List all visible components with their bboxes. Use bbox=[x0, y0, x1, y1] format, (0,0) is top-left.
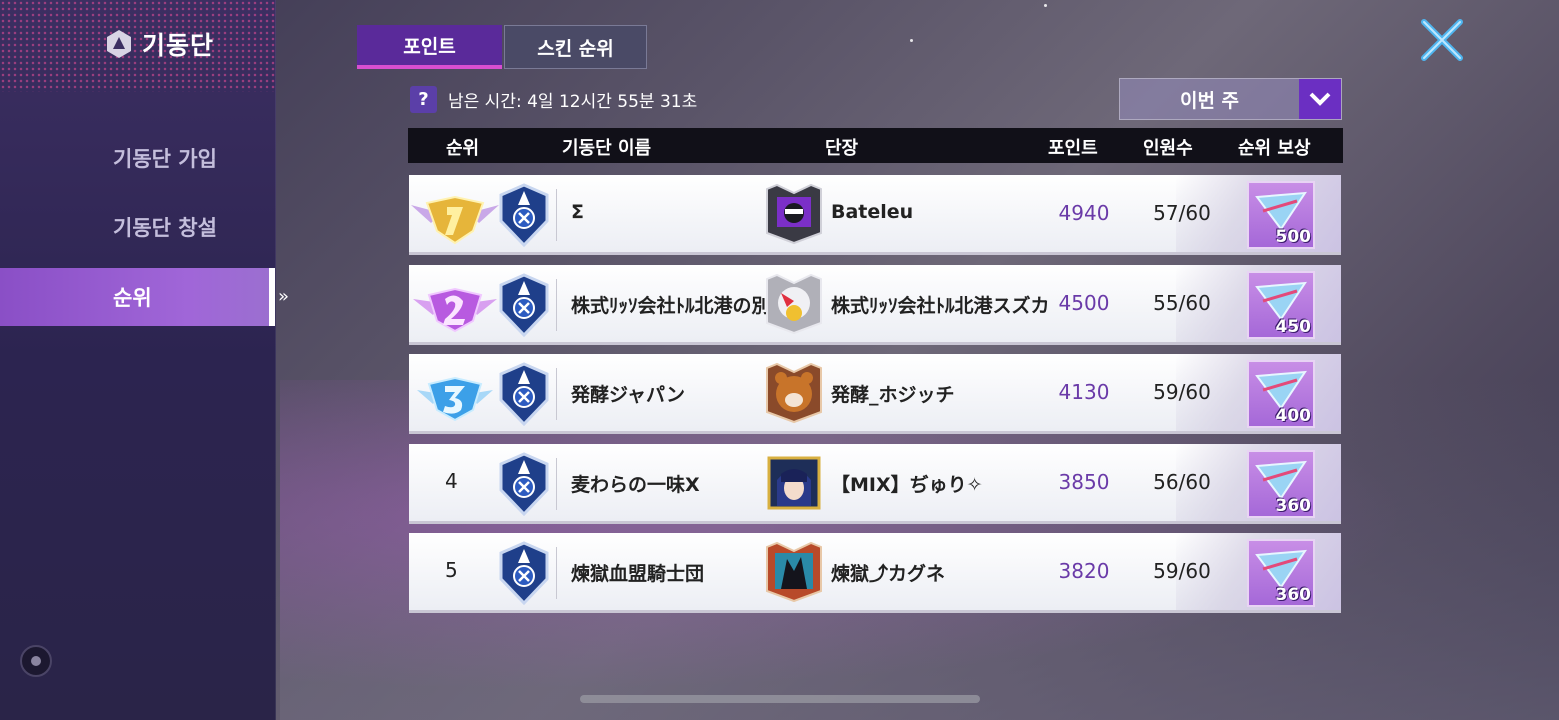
rank-2-medal-icon bbox=[413, 287, 497, 333]
reward-amount: 360 bbox=[1275, 585, 1312, 605]
guild-name: 発酵ジャパン bbox=[571, 384, 686, 406]
rank-reward[interactable]: 450 bbox=[1247, 271, 1315, 339]
column-separator bbox=[556, 547, 557, 599]
rank-reward[interactable]: 500 bbox=[1247, 181, 1315, 249]
tab-points[interactable]: 포인트 bbox=[357, 25, 502, 69]
guild-logo-icon bbox=[107, 30, 131, 58]
period-dropdown-value: 이번 주 bbox=[1179, 89, 1240, 112]
header-members: 인원수 bbox=[1143, 138, 1193, 159]
tab-skin-ranking[interactable]: 스킨 순위 bbox=[504, 25, 647, 69]
rank-3-medal-icon bbox=[417, 376, 493, 422]
table-row[interactable]: 5 煉獄血盟騎士団 煉獄⤴カグネ 3820 59/60 360 bbox=[409, 533, 1341, 613]
ranking-table-header: 순위 기동단 이름 단장 포인트 인원수 순위 보상 bbox=[408, 128, 1343, 163]
guild-emblem-icon bbox=[499, 541, 549, 605]
reward-amount: 360 bbox=[1275, 496, 1312, 516]
column-separator bbox=[556, 189, 557, 241]
guild-points: 3820 bbox=[1058, 559, 1110, 583]
help-icon: ? bbox=[418, 89, 429, 110]
guild-emblem-icon bbox=[499, 273, 549, 337]
active-indicator-icon: » bbox=[278, 286, 290, 307]
guild-points: 3850 bbox=[1058, 470, 1110, 494]
rank-reward[interactable]: 360 bbox=[1247, 539, 1315, 607]
member-count: 55/60 bbox=[1153, 291, 1211, 315]
table-row[interactable]: 4 麦わらの一味X 【MIX】ぢゅり✧ 3850 56/60 360 bbox=[409, 444, 1341, 524]
table-row[interactable]: 発酵ジャパン 発酵_ホジッチ 4130 59/60 400 bbox=[409, 354, 1341, 434]
member-count: 59/60 bbox=[1153, 380, 1211, 404]
sidebar: 기동단 기동단 가입 기동단 창설 순위 bbox=[0, 0, 276, 720]
leader-avatar[interactable] bbox=[763, 541, 825, 603]
help-button[interactable]: ? bbox=[410, 86, 437, 113]
leader-name: 株式ﾘｯｿ会社ﾄﾙ北港スズカ bbox=[831, 295, 1050, 317]
guild-name: Σ bbox=[571, 201, 584, 223]
reward-amount: 500 bbox=[1275, 227, 1312, 247]
guild-name: 株式ﾘｯｿ会社ﾄﾙ北港の別荘 bbox=[571, 295, 790, 317]
sidebar-item-ranking[interactable]: 순위 bbox=[0, 268, 275, 326]
sidebar-item-label: 순위 bbox=[113, 286, 152, 310]
header-reward: 순위 보상 bbox=[1238, 138, 1311, 159]
guild-name: 煉獄血盟騎士団 bbox=[571, 563, 705, 585]
rank-number: 4 bbox=[445, 469, 458, 493]
reward-amount: 450 bbox=[1275, 317, 1312, 337]
sidebar-title: 기동단 bbox=[106, 26, 214, 62]
guild-points: 4940 bbox=[1058, 201, 1110, 225]
tab-label: 포인트 bbox=[403, 35, 456, 58]
sidebar-item-create-guild[interactable]: 기동단 창설 bbox=[0, 198, 275, 256]
tab-label: 스킨 순위 bbox=[537, 37, 614, 60]
header-rank: 순위 bbox=[446, 138, 480, 159]
reward-amount: 400 bbox=[1275, 406, 1312, 426]
rank-reward[interactable]: 400 bbox=[1247, 360, 1315, 428]
leader-avatar[interactable] bbox=[763, 452, 825, 514]
table-row[interactable]: 株式ﾘｯｿ会社ﾄﾙ北港の別荘 株式ﾘｯｿ会社ﾄﾙ北港スズカ 4500 55/60… bbox=[409, 265, 1341, 345]
leader-avatar[interactable] bbox=[763, 273, 825, 335]
guild-points: 4130 bbox=[1058, 380, 1110, 404]
sidebar-title-text: 기동단 bbox=[142, 31, 215, 60]
guild-emblem-icon bbox=[499, 452, 549, 516]
background-star bbox=[1044, 4, 1047, 7]
header-guild-name: 기동단 이름 bbox=[562, 138, 652, 159]
sidebar-item-label: 기동단 창설 bbox=[113, 216, 217, 240]
column-separator bbox=[556, 368, 557, 420]
guild-emblem-icon bbox=[499, 183, 549, 247]
rank-reward[interactable]: 360 bbox=[1247, 450, 1315, 518]
leader-name: 【MIX】ぢゅり✧ bbox=[831, 474, 983, 496]
member-count: 59/60 bbox=[1153, 559, 1211, 583]
guild-emblem-icon bbox=[499, 362, 549, 426]
guild-name: 麦わらの一味X bbox=[571, 474, 700, 496]
leader-name: 発酵_ホジッチ bbox=[831, 384, 955, 406]
chevron-down-icon bbox=[1309, 92, 1331, 106]
guild-points: 4500 bbox=[1058, 291, 1110, 315]
sidebar-item-label: 기동단 가입 bbox=[113, 147, 217, 171]
sidebar-item-join-guild[interactable]: 기동단 가입 bbox=[0, 129, 275, 187]
leader-avatar[interactable] bbox=[763, 362, 825, 424]
header-points: 포인트 bbox=[1048, 138, 1098, 159]
remaining-time: 남은 시간: 4일 12시간 55분 31초 bbox=[448, 92, 698, 112]
dropdown-toggle-button[interactable] bbox=[1299, 79, 1341, 119]
rank-1-medal-icon bbox=[411, 195, 499, 245]
leader-avatar[interactable] bbox=[763, 183, 825, 245]
close-icon[interactable] bbox=[1420, 18, 1464, 62]
member-count: 57/60 bbox=[1153, 201, 1211, 225]
column-separator bbox=[556, 279, 557, 331]
period-dropdown[interactable]: 이번 주 bbox=[1119, 78, 1342, 120]
leader-name: Bateleu bbox=[831, 201, 914, 223]
background-star bbox=[910, 39, 913, 42]
member-count: 56/60 bbox=[1153, 470, 1211, 494]
header-leader: 단장 bbox=[825, 138, 859, 159]
leader-name: 煉獄⤴カグネ bbox=[831, 563, 946, 585]
home-indicator[interactable] bbox=[580, 695, 980, 703]
column-separator bbox=[556, 458, 557, 510]
rank-number: 5 bbox=[445, 558, 458, 582]
table-row[interactable]: Σ Bateleu 4940 57/60 500 bbox=[409, 175, 1341, 255]
joystick-icon[interactable] bbox=[20, 645, 52, 677]
